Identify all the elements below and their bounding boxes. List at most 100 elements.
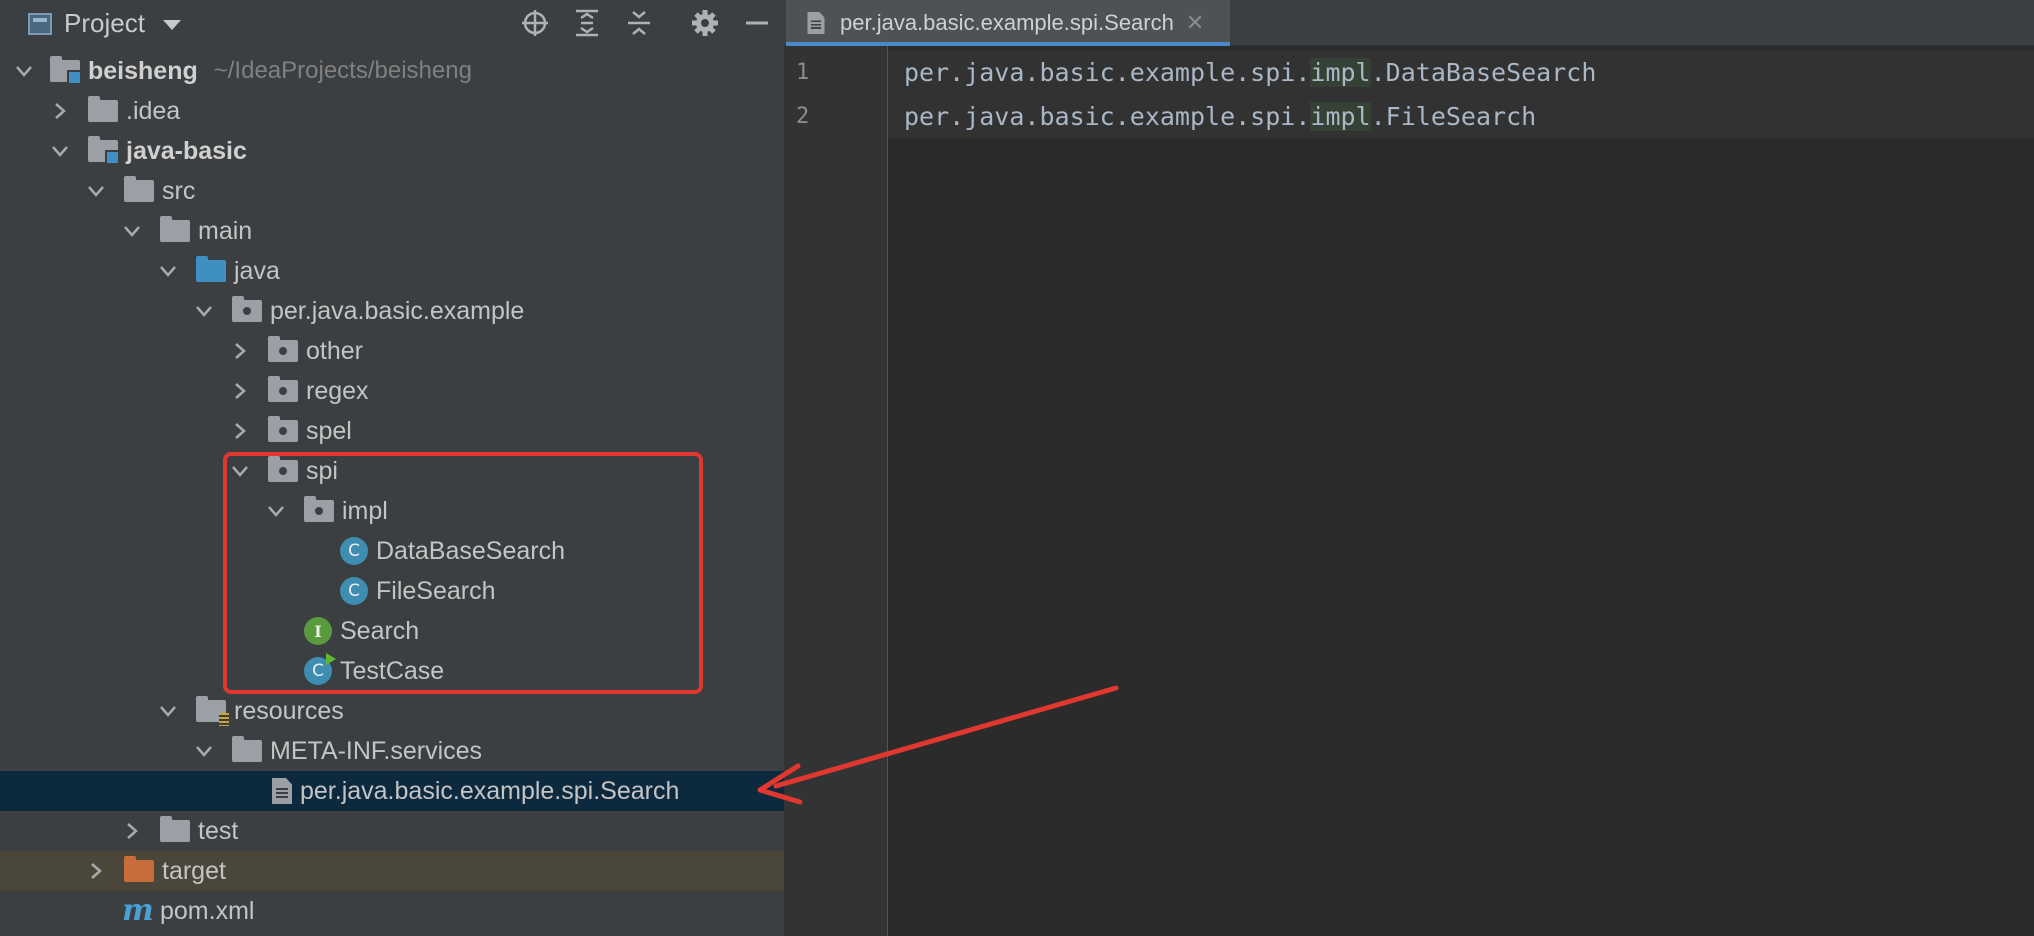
line-number-gutter: 1 2 bbox=[784, 46, 888, 936]
chevron-right-icon[interactable] bbox=[228, 331, 252, 371]
tree-row-spi[interactable]: spi bbox=[0, 451, 784, 491]
chevron-right-icon[interactable] bbox=[228, 411, 252, 451]
maven-icon: m bbox=[122, 893, 154, 928]
text-file-icon bbox=[807, 11, 825, 35]
package-icon bbox=[232, 296, 262, 322]
tree-label-meta-inf: META-INF.services bbox=[270, 736, 483, 765]
collapse-all-icon[interactable] bbox=[622, 6, 656, 40]
tree-row-pom[interactable]: m pom.xml bbox=[0, 891, 784, 931]
tree-label-pom: pom.xml bbox=[160, 896, 255, 925]
tree-label-impl: impl bbox=[342, 496, 388, 525]
editor-area: per.java.basic.example.spi.Search ✕ 1 2 … bbox=[784, 0, 2034, 936]
code-text: per.java.basic.example.spi.impl.FileSear… bbox=[904, 101, 1536, 131]
tree-label-file-search: FileSearch bbox=[376, 576, 496, 605]
folder-icon bbox=[232, 736, 262, 762]
chevron-down-icon[interactable] bbox=[162, 20, 181, 30]
tree-label-other: other bbox=[306, 336, 363, 365]
chevron-down-icon[interactable] bbox=[12, 51, 36, 91]
tree-label-package: per.java.basic.example bbox=[270, 296, 525, 325]
folder-icon bbox=[124, 176, 154, 202]
tree-row-package[interactable]: per.java.basic.example bbox=[0, 291, 784, 331]
code-highlight: impl bbox=[1310, 57, 1371, 87]
chevron-right-icon[interactable] bbox=[48, 91, 72, 131]
chevron-down-icon[interactable] bbox=[120, 211, 144, 251]
chevron-down-icon[interactable] bbox=[156, 691, 180, 731]
code-line[interactable]: per.java.basic.example.spi.impl.DataBase… bbox=[888, 50, 2034, 94]
folder-icon bbox=[160, 216, 190, 242]
panel-title: Project bbox=[64, 8, 145, 38]
tree-label-spel: spel bbox=[306, 416, 352, 445]
chevron-down-icon[interactable] bbox=[48, 131, 72, 171]
line-number: 2 bbox=[796, 104, 810, 129]
package-icon bbox=[268, 336, 298, 362]
code-line[interactable]: per.java.basic.example.spi.impl.FileSear… bbox=[888, 94, 2034, 138]
tree-row-spi-file[interactable]: per.java.basic.example.spi.Search bbox=[0, 771, 784, 811]
code-segment: .DataBaseSearch bbox=[1370, 57, 1597, 87]
editor-tab-spi-file[interactable]: per.java.basic.example.spi.Search ✕ bbox=[786, 0, 1230, 46]
editor-tab-bar: per.java.basic.example.spi.Search ✕ bbox=[784, 0, 2034, 46]
tree-row-resources[interactable]: resources bbox=[0, 691, 784, 731]
chevron-down-icon[interactable] bbox=[264, 491, 288, 531]
chevron-right-icon[interactable] bbox=[84, 851, 108, 891]
tree-row-beisheng[interactable]: beisheng ~/IdeaProjects/beisheng bbox=[0, 51, 784, 91]
gear-icon[interactable] bbox=[688, 6, 722, 40]
tree-label-search: Search bbox=[340, 616, 420, 645]
hide-icon[interactable] bbox=[740, 6, 774, 40]
chevron-right-icon[interactable] bbox=[228, 371, 252, 411]
tree-row-test[interactable]: test bbox=[0, 811, 784, 851]
folder-icon bbox=[88, 96, 118, 122]
project-panel-header: Project bbox=[0, 0, 784, 46]
text-file-icon bbox=[272, 778, 292, 804]
resources-folder-icon bbox=[196, 696, 229, 726]
tree-row-database-search[interactable]: C DataBaseSearch bbox=[0, 531, 784, 571]
chevron-right-icon[interactable] bbox=[120, 811, 144, 851]
package-icon bbox=[304, 496, 334, 522]
tab-label: per.java.basic.example.spi.Search bbox=[840, 10, 1174, 35]
chevron-down-icon[interactable] bbox=[156, 251, 180, 291]
tree-label-test: test bbox=[198, 816, 239, 845]
tree-row-test-case[interactable]: C TestCase bbox=[0, 651, 784, 691]
tree-label-target: target bbox=[162, 856, 226, 885]
tree-label-database-search: DataBaseSearch bbox=[376, 536, 566, 565]
tree-label-spi-file: per.java.basic.example.spi.Search bbox=[300, 776, 680, 805]
project-path: ~/IdeaProjects/beisheng bbox=[213, 57, 472, 84]
expand-all-icon[interactable] bbox=[570, 6, 604, 40]
tree-label-java: java bbox=[234, 256, 280, 285]
tree-row-search[interactable]: I Search bbox=[0, 611, 784, 651]
line-number: 1 bbox=[796, 60, 810, 85]
tree-row-target[interactable]: target bbox=[0, 851, 784, 891]
runnable-class-icon: C bbox=[304, 653, 336, 685]
tree-label-regex: regex bbox=[306, 376, 369, 405]
tree-row-regex[interactable]: regex bbox=[0, 371, 784, 411]
tree-label-resources: resources bbox=[234, 696, 344, 725]
tree-label-java-basic: java-basic bbox=[126, 136, 247, 165]
locate-icon[interactable] bbox=[518, 6, 552, 40]
tree-row-impl[interactable]: impl bbox=[0, 491, 784, 531]
tree-row-main[interactable]: main bbox=[0, 211, 784, 251]
project-window-icon bbox=[28, 12, 52, 35]
tree-label-spi: spi bbox=[306, 456, 338, 485]
tree-row-file-search[interactable]: C FileSearch bbox=[0, 571, 784, 611]
tree-row-src[interactable]: src bbox=[0, 171, 784, 211]
package-icon bbox=[268, 416, 298, 442]
module-folder-icon bbox=[88, 136, 120, 165]
source-root-folder-icon bbox=[196, 256, 226, 282]
tree-row-meta-inf[interactable]: META-INF.services bbox=[0, 731, 784, 771]
tree-row-other[interactable]: other bbox=[0, 331, 784, 371]
chevron-down-icon[interactable] bbox=[192, 731, 216, 771]
tree-row-idea[interactable]: .idea bbox=[0, 91, 784, 131]
module-folder-icon bbox=[50, 56, 82, 85]
chevron-down-icon[interactable] bbox=[228, 451, 252, 491]
project-view-selector[interactable]: Project bbox=[28, 8, 181, 39]
class-icon: C bbox=[340, 537, 368, 565]
chevron-down-icon[interactable] bbox=[84, 171, 108, 211]
excluded-folder-icon bbox=[124, 856, 154, 882]
tree-label-src: src bbox=[162, 176, 196, 205]
package-icon bbox=[268, 456, 298, 482]
close-icon[interactable]: ✕ bbox=[1186, 10, 1204, 36]
tree-row-spel[interactable]: spel bbox=[0, 411, 784, 451]
tree-label-beisheng: beisheng bbox=[88, 56, 198, 85]
tree-row-java-basic[interactable]: java-basic bbox=[0, 131, 784, 171]
tree-row-java[interactable]: java bbox=[0, 251, 784, 291]
chevron-down-icon[interactable] bbox=[192, 291, 216, 331]
